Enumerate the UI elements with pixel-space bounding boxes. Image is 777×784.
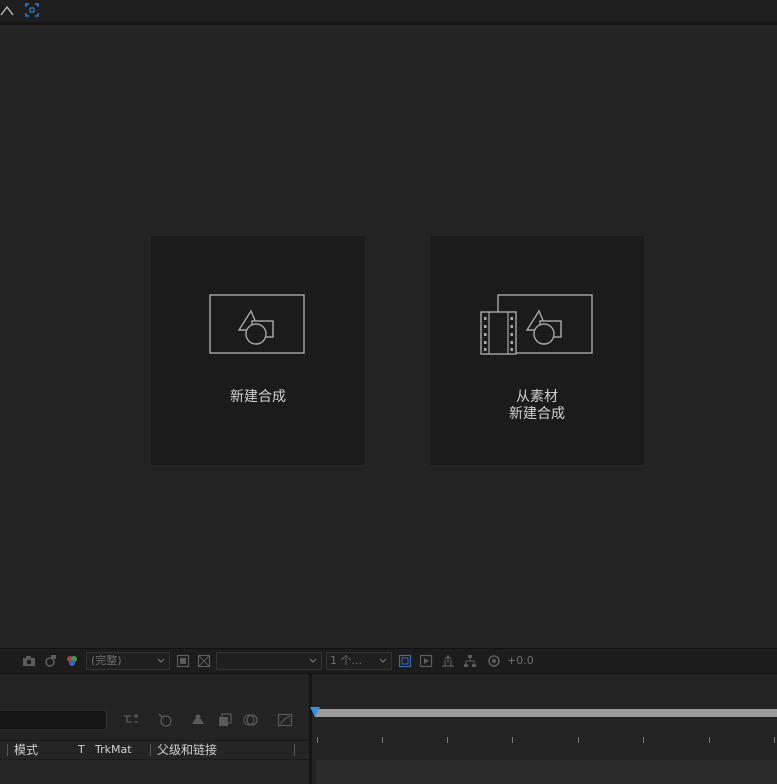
snapshot-camera-icon[interactable] xyxy=(22,653,36,669)
timeline-jump-icon[interactable] xyxy=(441,653,455,669)
flowchart-icon[interactable] xyxy=(463,653,477,669)
composition-from-footage-icon xyxy=(480,294,593,355)
ruler-tick xyxy=(709,737,710,743)
transparency-grid-icon[interactable] xyxy=(0,3,14,17)
exposure-value[interactable]: +0.0 xyxy=(507,653,534,669)
ruler-tick xyxy=(512,737,513,743)
show-snapshot-icon[interactable] xyxy=(43,653,57,669)
reset-exposure-icon[interactable] xyxy=(487,653,501,669)
ruler-tick xyxy=(578,737,579,743)
work-area-bar[interactable] xyxy=(314,709,777,717)
region-of-interest-toggle-icon[interactable] xyxy=(176,653,190,669)
ruler-tick xyxy=(774,737,775,743)
chevron-down-icon xyxy=(379,658,387,663)
color-channel-icon[interactable] xyxy=(65,653,79,669)
draft-3d-icon[interactable] xyxy=(157,712,173,728)
viewer-tab-bar xyxy=(0,0,777,22)
toggle-pixel-aspect-icon[interactable] xyxy=(398,653,412,669)
column-parent-link[interactable]: 父级和链接 xyxy=(157,742,217,758)
motion-blur-icon[interactable] xyxy=(243,712,259,728)
chevron-down-icon xyxy=(157,658,165,663)
layer-search-input[interactable] xyxy=(0,710,107,730)
column-t[interactable]: T xyxy=(78,742,85,758)
region-of-interest-icon[interactable] xyxy=(25,3,39,17)
composition-viewer: 新建合成 从素材 新建合成 xyxy=(0,25,777,647)
new-composition-label: 新建合成 xyxy=(151,389,365,406)
timeline-panel: 模式 T TrkMat 父级和链接 xyxy=(0,674,777,784)
new-composition-from-footage-label: 从素材 新建合成 xyxy=(430,389,644,423)
layer-list-area xyxy=(0,760,309,784)
composition-icon xyxy=(209,294,305,354)
column-mode[interactable]: 模式 xyxy=(14,742,38,758)
from-footage-label-line-1: 从素材 xyxy=(516,389,558,405)
ruler-tick xyxy=(382,737,383,743)
new-composition-label-line-1: 新建合成 xyxy=(230,389,286,405)
from-footage-label-line-2: 新建合成 xyxy=(509,406,565,422)
views-layout-dropdown[interactable]: 1 个... xyxy=(326,652,392,670)
ruler-tick xyxy=(447,737,448,743)
column-trkmat[interactable]: TrkMat xyxy=(95,742,132,758)
column-separator xyxy=(294,744,295,756)
ruler-tick xyxy=(317,737,318,743)
new-composition-button[interactable]: 新建合成 xyxy=(151,236,365,465)
composition-mini-flowchart-icon[interactable] xyxy=(123,712,139,728)
timeline-divider[interactable] xyxy=(309,674,312,784)
resolution-dropdown[interactable]: (完整) xyxy=(86,652,170,670)
chevron-down-icon xyxy=(309,658,317,663)
transparency-grid-toggle-icon[interactable] xyxy=(197,653,211,669)
layer-columns-header: 模式 T TrkMat 父级和链接 xyxy=(0,740,309,760)
graph-editor-icon[interactable] xyxy=(277,712,293,728)
camera-view-dropdown[interactable] xyxy=(216,652,322,670)
hide-shy-layers-icon[interactable] xyxy=(190,712,206,728)
ruler-tick xyxy=(643,737,644,743)
resolution-value: (完整) xyxy=(91,654,122,667)
fast-preview-icon[interactable] xyxy=(419,653,433,669)
current-time-indicator[interactable] xyxy=(310,707,320,717)
time-ruler[interactable] xyxy=(312,732,777,752)
viewer-footer-toolbar: (完整) 1 个... +0.0 xyxy=(0,648,777,674)
track-area[interactable] xyxy=(316,760,777,784)
frame-blending-icon[interactable] xyxy=(217,712,233,728)
new-composition-from-footage-button[interactable]: 从素材 新建合成 xyxy=(430,236,644,465)
column-separator xyxy=(150,744,151,756)
views-layout-value: 1 个... xyxy=(330,654,362,667)
column-separator xyxy=(7,744,8,756)
